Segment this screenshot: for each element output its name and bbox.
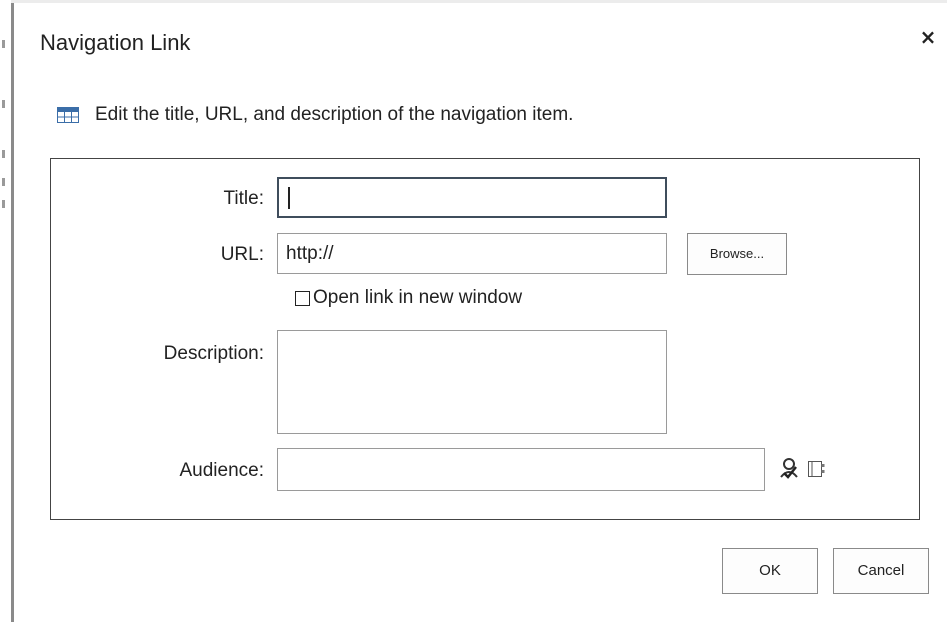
instruction-text: Edit the title, URL, and description of … xyxy=(95,104,574,125)
title-input[interactable] xyxy=(277,177,667,218)
url-input[interactable] xyxy=(277,233,667,274)
open-new-window-option[interactable]: Open link in new window xyxy=(295,287,522,309)
dialog-top-edge xyxy=(11,0,947,3)
browse-button[interactable]: Browse... xyxy=(687,233,787,275)
text-caret xyxy=(288,187,290,209)
dialog-title: Navigation Link xyxy=(40,30,191,55)
check-names-icon[interactable] xyxy=(778,457,800,481)
table-icon xyxy=(57,107,79,123)
address-book-icon[interactable] xyxy=(806,459,826,479)
audience-input[interactable] xyxy=(277,448,765,491)
description-label: Description: xyxy=(163,343,264,364)
field-panel: Title: URL: Browse... Open link in new w… xyxy=(50,158,920,520)
ok-button[interactable]: OK xyxy=(722,548,818,594)
instruction: Edit the title, URL, and description of … xyxy=(57,104,573,126)
close-icon[interactable]: × xyxy=(917,26,939,48)
title-label: Title: xyxy=(223,188,264,209)
open-new-window-label: Open link in new window xyxy=(313,287,523,308)
cancel-button[interactable]: Cancel xyxy=(833,548,929,594)
audience-icons xyxy=(778,457,826,481)
open-new-window-checkbox[interactable] xyxy=(295,290,310,306)
description-textarea[interactable] xyxy=(277,330,667,434)
audience-label: Audience: xyxy=(179,460,264,481)
background-window-edge xyxy=(0,0,14,622)
url-label: URL: xyxy=(220,244,264,265)
